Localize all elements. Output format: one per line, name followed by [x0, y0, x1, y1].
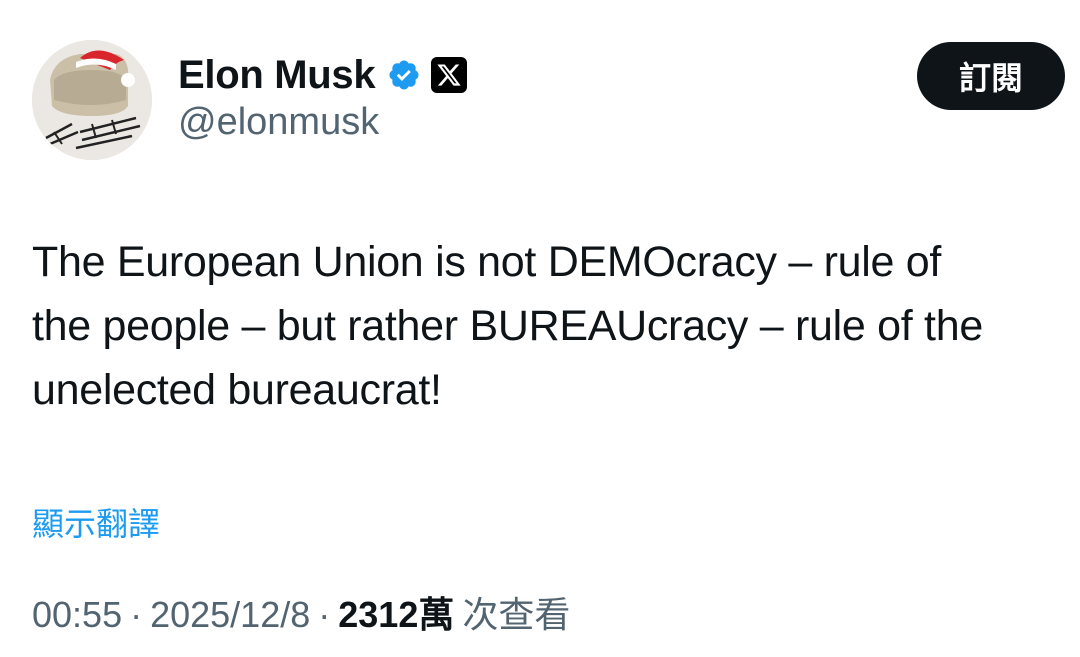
x-logo-icon[interactable] — [431, 57, 468, 93]
author-display-name[interactable]: Elon Musk — [178, 53, 376, 98]
tweet-text-line: the people – but rather BUREAUcracy – ru… — [32, 302, 983, 350]
subscribe-button[interactable]: 訂閱 — [917, 42, 1065, 110]
views-count[interactable]: 2312萬 — [338, 586, 454, 638]
author-handle[interactable]: @elonmusk — [178, 101, 379, 144]
meta-separator: · — [318, 594, 331, 635]
avatar-image — [32, 40, 152, 160]
meta-separator: · — [130, 594, 143, 635]
verified-badge-icon[interactable] — [387, 58, 421, 92]
tweet-text: The European Union is not DEMOcracy – ru… — [32, 230, 1080, 422]
show-translation-link[interactable]: 顯示翻譯 — [32, 499, 160, 545]
tweet-text-line: unelected bureaucrat! — [32, 366, 442, 414]
avatar[interactable] — [32, 40, 152, 160]
post-time[interactable]: 00:55 — [32, 594, 122, 636]
views-label[interactable]: 次查看 — [462, 586, 570, 638]
post-date[interactable]: 2025/12/8 — [150, 594, 310, 636]
tweet-text-line: The European Union is not DEMOcracy – ru… — [32, 238, 942, 286]
tweet-meta-row: 00:55 · 2025/12/8 · 2312萬 次查看 — [32, 586, 570, 638]
author-name-row[interactable]: Elon Musk — [178, 50, 468, 100]
